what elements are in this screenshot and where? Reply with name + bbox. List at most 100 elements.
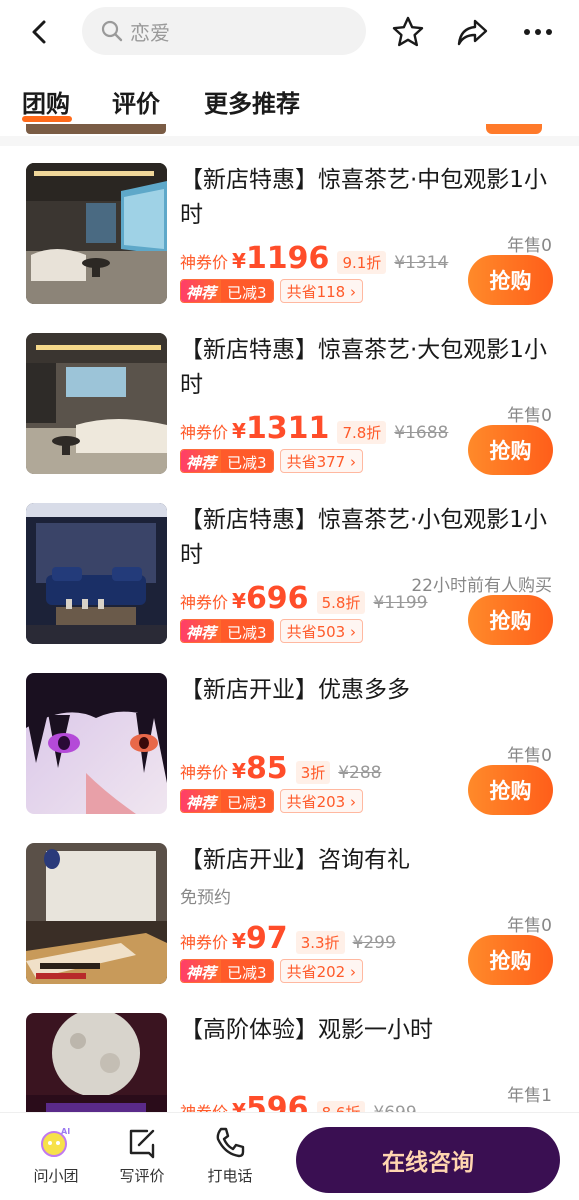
active-tab-indicator: [22, 116, 72, 122]
price-row: 神券价 ¥ 1196 9.1折 ¥1314: [180, 241, 449, 276]
tag-row: 神荐 已减3 共省377 ›: [180, 449, 363, 473]
deal-title: 【高阶体验】观影一小时: [180, 1017, 433, 1043]
currency-symbol: ¥: [232, 589, 246, 613]
buy-button[interactable]: 抢购: [468, 595, 553, 645]
price-label: 神券价: [180, 253, 229, 272]
tab-reviews[interactable]: 评价: [112, 84, 160, 119]
price-label: 神券价: [180, 593, 229, 612]
more-dots-icon[interactable]: [520, 14, 556, 50]
ask-assistant-label: 问小团: [33, 1167, 79, 1185]
buy-button[interactable]: 抢购: [468, 765, 553, 815]
discount-badge: 5.8折: [316, 591, 366, 614]
original-price: ¥1199: [373, 593, 428, 613]
star-icon[interactable]: [390, 14, 426, 50]
deal-item[interactable]: 【新店特惠】惊喜茶艺·大包观影1小时 年售0 神券价 ¥ 1311 7.8折 ¥…: [0, 333, 579, 503]
savings-link[interactable]: 共省377 ›: [279, 449, 363, 473]
back-arrow-icon[interactable]: [22, 14, 58, 50]
currency-symbol: ¥: [232, 249, 246, 273]
discount-badge: 3.3折: [295, 931, 345, 954]
online-consult-button[interactable]: 在线咨询: [296, 1127, 560, 1193]
original-price: ¥299: [352, 933, 396, 953]
sold-count: 年售0: [507, 916, 552, 936]
ask-assistant-button[interactable]: AI 问小团: [26, 1125, 86, 1186]
tag-reduced: 已减3: [221, 960, 273, 982]
deal-price: 1311: [245, 411, 330, 446]
deal-item[interactable]: 【新店开业】咨询有礼 免预约 年售0 神券价 ¥ 97 3.3折 ¥299 神荐…: [0, 843, 579, 1013]
original-price: ¥1688: [394, 423, 449, 443]
original-price: ¥288: [338, 763, 382, 783]
deal-title: 【新店特惠】惊喜茶艺·大包观影1小时: [180, 337, 547, 398]
deal-item[interactable]: 【新店开业】优惠多多 年售0 神券价 ¥ 85 3折 ¥288 神荐 已减3 共…: [0, 673, 579, 843]
tag-recommend: 神荐: [181, 960, 222, 982]
sold-count: 年售0: [507, 236, 552, 256]
search-input[interactable]: 恋爱: [82, 7, 366, 55]
deal-thumbnail[interactable]: [26, 163, 167, 304]
promo-tag: 神荐 已减3: [180, 959, 274, 983]
currency-symbol: ¥: [232, 419, 246, 443]
promo-tag: 神荐 已减3: [180, 449, 274, 473]
tag-row: 神荐 已减3 共省202 ›: [180, 959, 363, 983]
deal-price: 1196: [245, 241, 330, 276]
tag-recommend: 神荐: [181, 620, 222, 642]
deal-thumbnail[interactable]: [26, 673, 167, 814]
original-price: ¥1314: [394, 253, 449, 273]
deal-item[interactable]: 【新店特惠】惊喜茶艺·小包观影1小时 22小时前有人购买 神券价 ¥ 696 5…: [0, 503, 579, 673]
buy-button[interactable]: 抢购: [468, 425, 553, 475]
promo-tag: 神荐 已减3: [180, 789, 274, 813]
tag-recommend: 神荐: [181, 280, 222, 302]
savings-link[interactable]: 共省202 ›: [279, 959, 363, 983]
deal-subtitle: 免预约: [180, 888, 231, 908]
savings-link[interactable]: 共省118 ›: [279, 279, 363, 303]
write-review-icon: [129, 1129, 155, 1159]
discount-badge: 7.8折: [337, 421, 387, 444]
price-row: 神券价 ¥ 696 5.8折 ¥1199: [180, 581, 428, 616]
price-label: 神券价: [180, 763, 229, 782]
promo-tag: 神荐 已减3: [180, 279, 274, 303]
price-row: 神券价 ¥ 85 3折 ¥288: [180, 751, 382, 786]
tag-reduced: 已减3: [221, 280, 273, 302]
deal-title: 【新店特惠】惊喜茶艺·中包观影1小时: [180, 167, 547, 228]
price-row: 神券价 ¥ 97 3.3折 ¥299: [180, 921, 396, 956]
call-label: 打电话: [207, 1167, 253, 1185]
tag-row: 神荐 已减3 共省203 ›: [180, 789, 363, 813]
discount-badge: 9.1折: [337, 251, 387, 274]
ai-assistant-icon: AI: [41, 1127, 70, 1157]
sold-count: 年售0: [507, 406, 552, 426]
buy-button[interactable]: 抢购: [468, 935, 553, 985]
write-review-button[interactable]: 写评价: [112, 1125, 172, 1186]
deal-title: 【新店特惠】惊喜茶艺·小包观影1小时: [180, 507, 547, 568]
tag-row: 神荐 已减3 共省118 ›: [180, 279, 363, 303]
previous-item-button-edge: [486, 124, 542, 134]
call-button[interactable]: 打电话: [200, 1125, 260, 1186]
price-row: 神券价 ¥ 1311 7.8折 ¥1688: [180, 411, 449, 446]
currency-symbol: ¥: [232, 929, 246, 953]
sold-count: 年售1: [507, 1086, 552, 1106]
tab-group-buy[interactable]: 团购: [22, 84, 70, 119]
tab-more-recommend[interactable]: 更多推荐: [204, 84, 300, 119]
currency-symbol: ¥: [232, 759, 246, 783]
deal-thumbnail[interactable]: [26, 333, 167, 474]
recent-purchase-note: 22小时前有人购买: [411, 576, 552, 596]
promo-tag: 神荐 已减3: [180, 619, 274, 643]
tag-reduced: 已减3: [221, 620, 273, 642]
tab-bar: 团购 评价 更多推荐: [0, 70, 579, 130]
deal-item[interactable]: 【新店特惠】惊喜茶艺·中包观影1小时 年售0 神券价 ¥ 1196 9.1折 ¥…: [0, 163, 579, 333]
previous-item-thumbnail-edge: [26, 124, 166, 134]
buy-button[interactable]: 抢购: [468, 255, 553, 305]
write-review-label: 写评价: [119, 1167, 165, 1185]
price-label: 神券价: [180, 423, 229, 442]
savings-link[interactable]: 共省503 ›: [279, 619, 363, 643]
deal-thumbnail[interactable]: [26, 843, 167, 984]
deal-thumbnail[interactable]: [26, 503, 167, 644]
ai-badge: AI: [61, 1127, 70, 1136]
share-icon[interactable]: [455, 14, 491, 50]
tag-row: 神荐 已减3 共省503 ›: [180, 619, 363, 643]
deal-title: 【新店开业】优惠多多: [180, 677, 410, 703]
tag-recommend: 神荐: [181, 450, 222, 472]
deal-title: 【新店开业】咨询有礼: [180, 847, 410, 873]
deal-price: 696: [245, 581, 309, 616]
deal-price: 85: [245, 751, 288, 786]
deal-price: 97: [245, 921, 288, 956]
divider: [0, 136, 579, 146]
savings-link[interactable]: 共省203 ›: [279, 789, 363, 813]
